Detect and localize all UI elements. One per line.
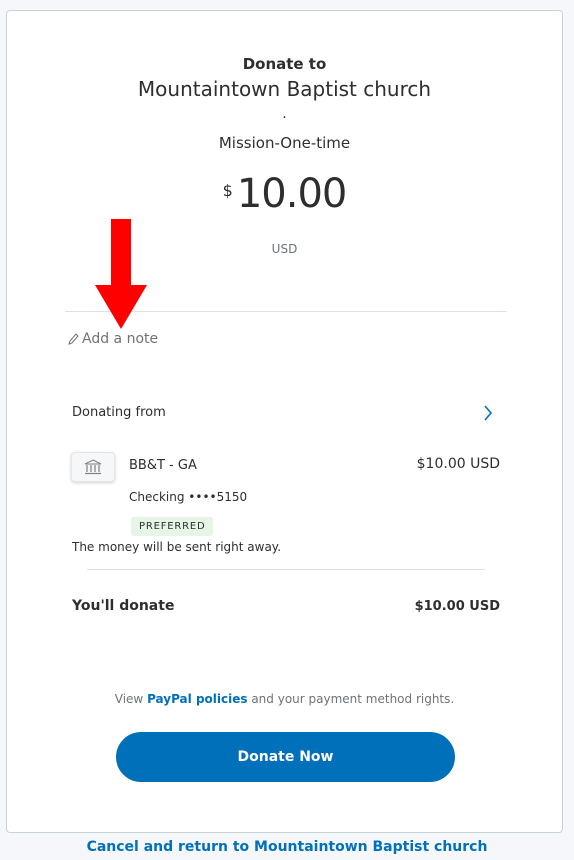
paypal-policies-link[interactable]: PayPal policies [147,692,247,706]
bank-amount: $10.00 USD [416,456,500,472]
separator: . [282,106,287,122]
donating-from-label: Donating from [72,405,166,420]
donation-amount: 10.00 [236,171,348,217]
donate-now-button[interactable]: Donate Now [116,732,455,782]
account-number: Checking ••••5150 [129,490,248,504]
chevron-right-icon[interactable] [481,403,495,423]
amount-display: $10.00 [7,171,562,217]
preferred-badge: PREFERRED [131,517,214,536]
policy-prefix: View [114,692,148,706]
donation-card: Donate to Mountaintown Baptist church . … [6,10,563,833]
bank-name: BB&T - GA [129,458,197,473]
add-note-label: Add a note [82,331,159,347]
currency-code: USD [271,242,298,256]
total-amount: $10.00 USD [414,599,500,614]
policy-suffix: and your payment method rights. [247,692,455,706]
bank-icon [71,452,115,482]
organization-name: Mountaintown Baptist church [137,77,432,101]
you-will-donate-label: You'll donate [72,598,175,614]
add-note-link[interactable]: Add a note [67,331,158,347]
policy-text: View PayPal policies and your payment me… [7,692,562,706]
cancel-return-link[interactable]: Cancel and return to Mountaintown Baptis… [0,839,574,855]
donation-purpose: Mission-One-time [218,134,351,152]
pencil-icon [68,333,79,345]
divider [87,569,485,570]
bank-building-icon [84,459,102,475]
currency-symbol: $ [222,181,233,200]
timing-note: The money will be sent right away. [72,540,282,554]
donate-to-label: Donate to [242,55,327,73]
red-arrow-annotation [95,219,147,329]
